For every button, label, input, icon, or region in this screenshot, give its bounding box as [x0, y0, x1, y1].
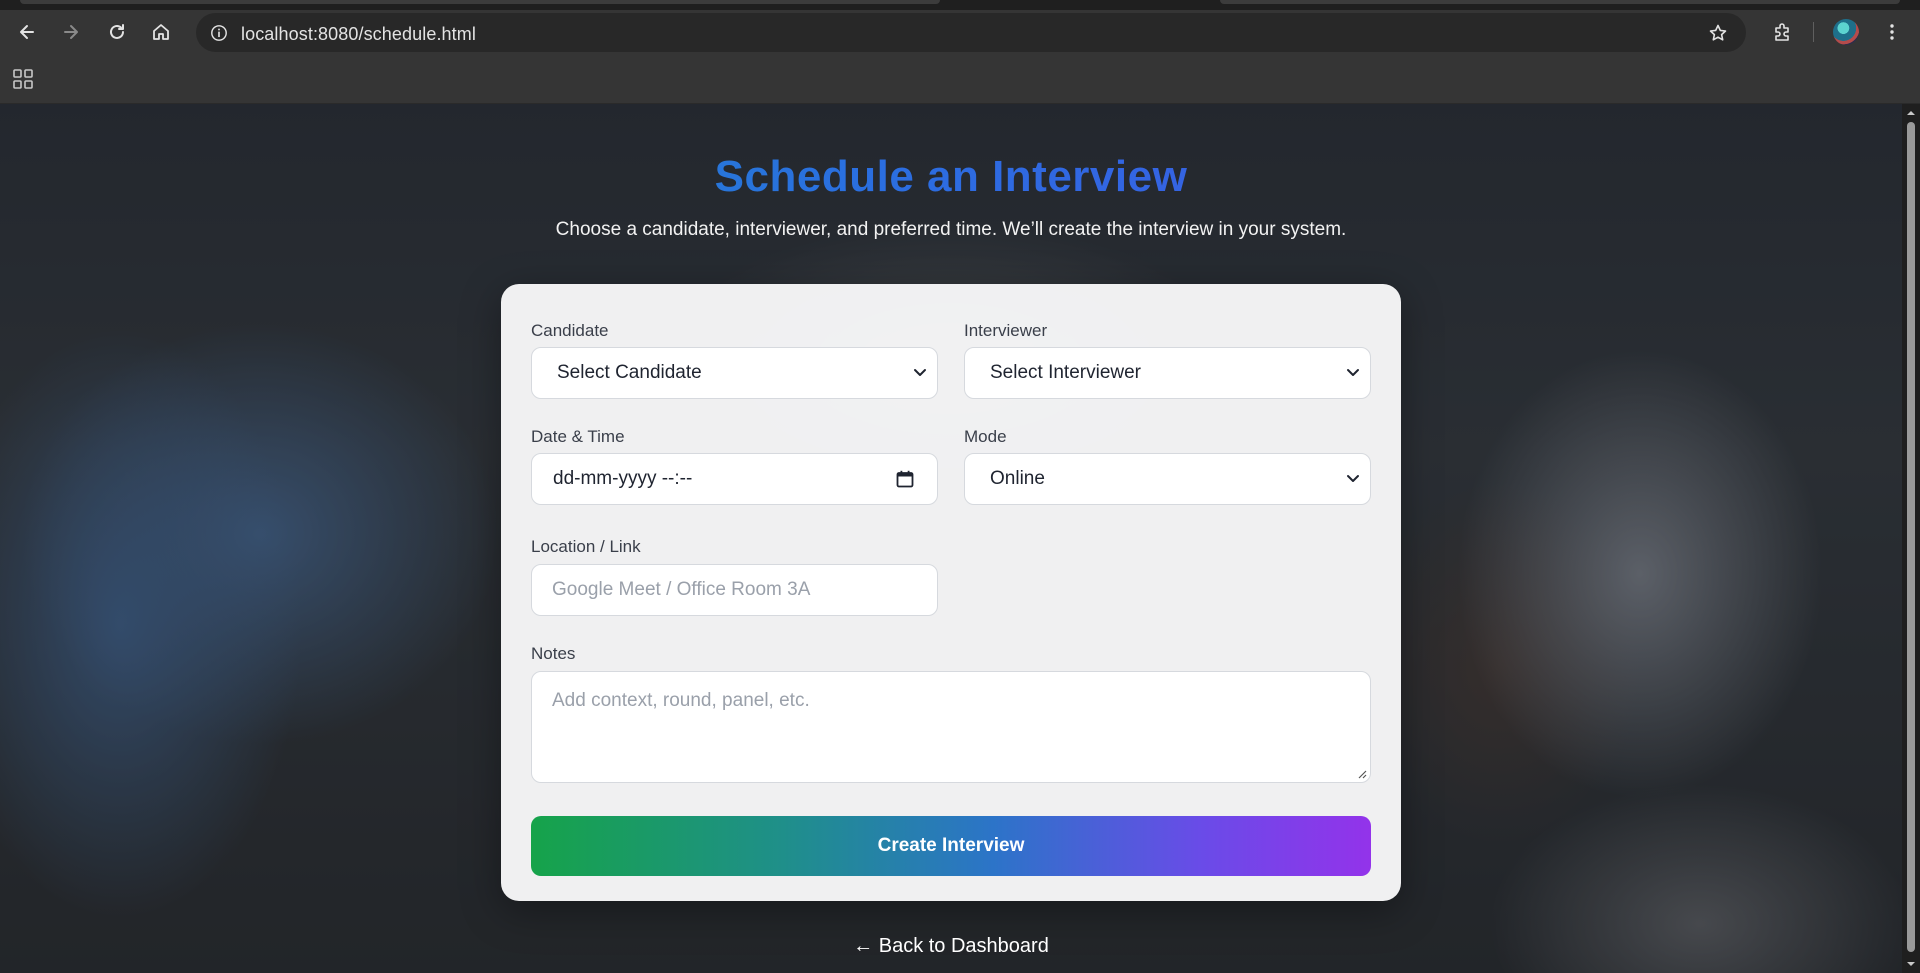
- bookmark-star-icon[interactable]: [1706, 21, 1730, 45]
- scroll-down-icon[interactable]: [1906, 959, 1916, 969]
- back-to-dashboard-link-text[interactable]: ← Back to Dashboard: [853, 935, 1049, 957]
- tab[interactable]: [1220, 0, 1900, 4]
- location-input[interactable]: Google Meet / Office Room 3A: [531, 564, 938, 616]
- chevron-down-icon: [1347, 369, 1359, 376]
- datetime-label: Date & Time: [531, 427, 625, 446]
- mode-select[interactable]: Online: [964, 453, 1371, 505]
- chevron-down-icon: [914, 369, 926, 376]
- datetime-input[interactable]: dd-mm-yyyy --:--: [531, 453, 938, 505]
- location-label: Location / Link: [531, 537, 641, 556]
- address-bar[interactable]: localhost:8080/schedule.html: [196, 13, 1746, 52]
- scrollbar-thumb[interactable]: [1907, 122, 1915, 952]
- reload-icon[interactable]: [101, 16, 133, 48]
- calendar-icon[interactable]: [895, 469, 915, 489]
- back-icon[interactable]: [11, 16, 43, 48]
- forward-icon[interactable]: [55, 16, 87, 48]
- menu-icon[interactable]: [1876, 16, 1908, 48]
- location-placeholder: Google Meet / Office Room 3A: [552, 579, 811, 600]
- tab-strip: [0, 0, 1920, 10]
- schedule-form-card: Candidate Select Candidate Interviewer S…: [501, 284, 1401, 901]
- datetime-input-value: dd-mm-yyyy --:--: [553, 468, 693, 489]
- notes-placeholder: Add context, round, panel, etc.: [552, 690, 810, 711]
- resize-handle-icon[interactable]: [1357, 769, 1367, 779]
- profile-avatar[interactable]: [1830, 16, 1862, 48]
- notes-label: Notes: [531, 644, 576, 663]
- page-scrollbar[interactable]: [1902, 104, 1920, 973]
- home-icon[interactable]: [145, 16, 177, 48]
- back-to-dashboard-link: ← Back to Dashboard: [0, 935, 1902, 958]
- create-interview-button[interactable]: Create Interview: [531, 816, 1371, 876]
- tab[interactable]: [20, 0, 940, 4]
- candidate-select[interactable]: Select Candidate: [531, 347, 938, 399]
- mode-select-value: Online: [990, 468, 1045, 489]
- candidate-label: Candidate: [531, 321, 609, 340]
- mode-label: Mode: [964, 427, 1007, 446]
- apps-grid-icon[interactable]: [12, 68, 34, 90]
- page-title: Schedule an Interview: [0, 152, 1902, 202]
- scroll-up-icon[interactable]: [1906, 108, 1916, 118]
- interviewer-label: Interviewer: [964, 321, 1048, 340]
- page-subtitle: Choose a candidate, interviewer, and pre…: [555, 219, 1347, 240]
- bookmarks-bar: [0, 54, 1920, 104]
- chevron-down-icon: [1347, 475, 1359, 482]
- candidate-select-value: Select Candidate: [557, 362, 702, 383]
- notes-textarea[interactable]: Add context, round, panel, etc.: [531, 671, 1371, 783]
- page-viewport: Schedule an Interview Choose a candidate…: [0, 104, 1902, 973]
- browser-toolbar: localhost:8080/schedule.html: [0, 10, 1920, 54]
- site-info-icon[interactable]: [206, 20, 232, 46]
- extensions-icon[interactable]: [1766, 16, 1798, 48]
- interviewer-select-value: Select Interviewer: [990, 362, 1142, 383]
- url-text[interactable]: localhost:8080/schedule.html: [241, 24, 476, 45]
- toolbar-divider: [1813, 22, 1814, 42]
- interviewer-select[interactable]: Select Interviewer: [964, 347, 1371, 399]
